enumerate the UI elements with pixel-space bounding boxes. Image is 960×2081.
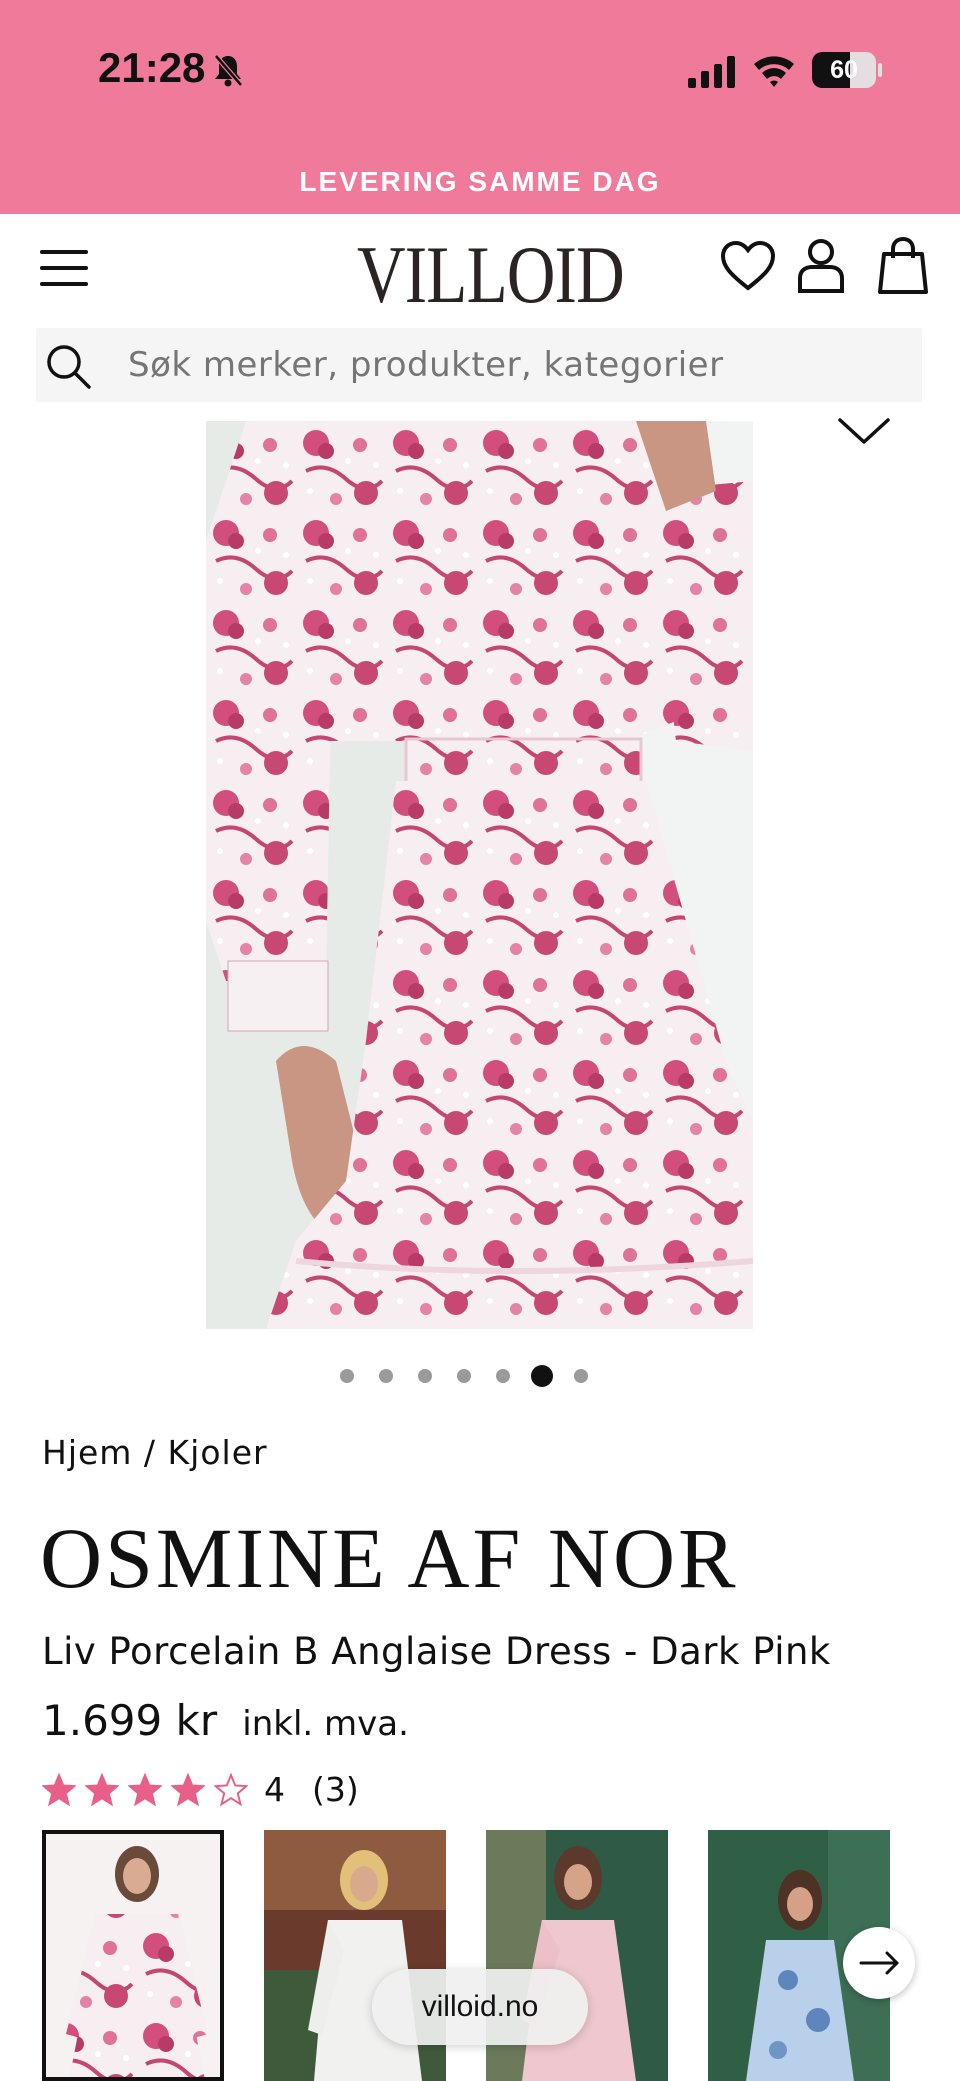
battery-cap <box>878 63 882 77</box>
battery-level-text: 60 <box>830 56 858 84</box>
star-filled-icon <box>128 1773 162 1807</box>
thumbnail-pink-dress[interactable] <box>42 1830 224 2081</box>
star-filled-icon <box>85 1773 119 1807</box>
vat-note: inkl. mva. <box>242 1704 409 1744</box>
product-gallery-image[interactable] <box>206 421 753 1329</box>
carousel-dot[interactable] <box>531 1365 553 1387</box>
star-filled-icon <box>42 1773 76 1807</box>
user-icon[interactable] <box>796 238 846 294</box>
site-logo[interactable]: VILLOID <box>357 228 625 322</box>
chevron-down-icon[interactable] <box>836 414 892 448</box>
carousel-dot[interactable] <box>379 1369 393 1383</box>
price-row: 1.699 kr inkl. mva. <box>42 1696 409 1745</box>
breadcrumb[interactable]: Hjem / Kjoler <box>42 1433 268 1472</box>
star-filled-icon <box>171 1773 205 1807</box>
arrow-right-icon <box>859 1951 899 1975</box>
site-header: VILLOID <box>0 214 960 324</box>
battery-indicator: 60 <box>812 52 876 88</box>
carousel-dot[interactable] <box>340 1369 354 1383</box>
carousel-dot[interactable] <box>496 1369 510 1383</box>
carousel-dot[interactable] <box>574 1369 588 1383</box>
product-name: Liv Porcelain B Anglaise Dress - Dark Pi… <box>42 1630 831 1673</box>
dress-photo <box>206 421 753 1329</box>
search-bar[interactable] <box>36 328 928 402</box>
rating-value: 4 <box>264 1770 285 1809</box>
wifi-icon <box>754 56 794 87</box>
carousel-dot[interactable] <box>457 1369 471 1383</box>
rating-count[interactable]: (3) <box>312 1770 359 1809</box>
menu-icon[interactable] <box>40 248 90 288</box>
status-time: 21:28 <box>98 44 206 91</box>
bag-icon[interactable] <box>876 236 930 296</box>
promo-banner[interactable]: LEVERING SAMME DAG <box>0 150 960 214</box>
search-input[interactable] <box>118 328 928 402</box>
product-price: 1.699 kr <box>42 1696 218 1745</box>
bell-muted-icon <box>214 54 243 87</box>
carousel-dots <box>340 1362 640 1390</box>
carousel-dot[interactable] <box>418 1369 432 1383</box>
signal-icon <box>688 56 735 88</box>
status-bar: 21:28 60 <box>0 0 960 150</box>
heart-icon[interactable] <box>720 240 776 292</box>
star-empty-icon <box>214 1773 248 1807</box>
product-brand[interactable]: OSMINE AF NOR <box>40 1508 738 1608</box>
next-thumbnails-button[interactable] <box>843 1927 915 1999</box>
browser-url-pill[interactable]: villoid.no <box>372 1969 588 2045</box>
search-icon <box>47 345 91 389</box>
